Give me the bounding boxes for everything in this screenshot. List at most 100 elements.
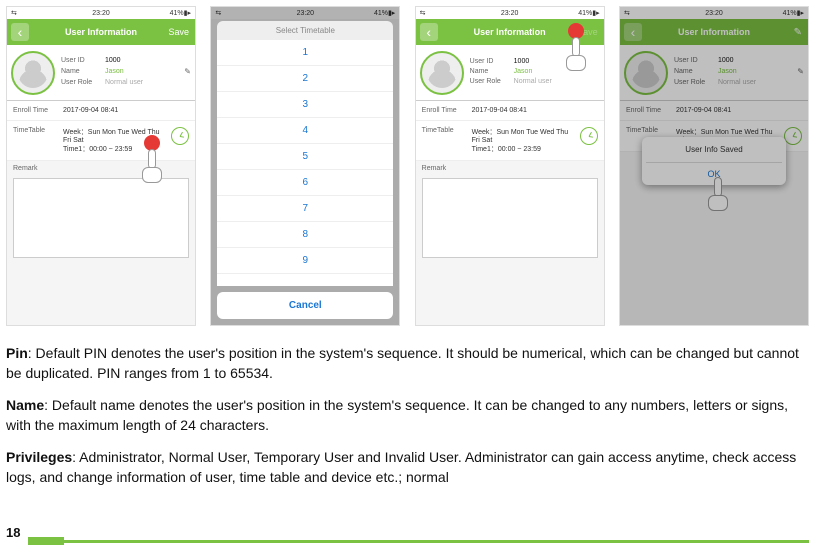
enroll-label: Enroll Time [13, 107, 57, 114]
edit-button[interactable]: ✎ [794, 27, 802, 38]
timetable-row[interactable]: TimeTable Week：Sun Mon Tue Wed Thu Fri S… [416, 121, 604, 161]
status-bar: ⇆ 23:20 41%▮▸ [7, 7, 195, 19]
enroll-value: 2017-09-04 08:41 [676, 107, 802, 114]
name-value[interactable]: Jason [514, 68, 533, 75]
timetable-label: TimeTable [13, 127, 57, 134]
clock-icon[interactable] [171, 127, 189, 145]
userid-value: 1000 [514, 58, 530, 65]
clock-icon[interactable] [580, 127, 598, 145]
page-number: 18 [6, 525, 20, 540]
picker-item[interactable]: 6 [217, 170, 393, 196]
signal-icon: ⇆ [420, 9, 426, 17]
clock-time: 23:20 [501, 10, 519, 17]
role-label: User Role [674, 79, 712, 86]
battery-indicator: 41%▮▸ [783, 9, 804, 17]
paragraph-name: Name: Default name denotes the user's po… [6, 396, 809, 435]
privileges-text: : Administrator, Normal User, Temporary … [6, 449, 796, 485]
profile-section: User ID 1000 Name Jason ✎ User Role Normal u… [620, 45, 808, 101]
userid-label: User ID [674, 57, 712, 64]
enroll-label: Enroll Time [422, 107, 466, 114]
signal-icon: ⇆ [624, 9, 630, 17]
role-value[interactable]: Normal user [514, 78, 552, 85]
privileges-heading: Privileges [6, 449, 72, 465]
picker-item[interactable]: 2 [217, 66, 393, 92]
timetable-value: Week：Sun Mon Tue Wed Thu Fri Sat [676, 127, 774, 144]
name-label: Name [470, 68, 508, 75]
clock-time: 23:20 [92, 10, 110, 17]
enroll-row: Enroll Time 2017-09-04 08:41 [416, 101, 604, 121]
signal-icon: ⇆ [11, 9, 17, 17]
name-value: Jason [718, 68, 737, 75]
touch-gesture-icon [132, 135, 172, 185]
pin-heading: Pin [6, 345, 28, 361]
enroll-row: Enroll Time 2017-09-04 08:41 [620, 101, 808, 121]
clock-time: 23:20 [705, 10, 723, 17]
topbar: User Information ✎ [620, 19, 808, 45]
topbar: User Information Save [7, 19, 195, 45]
name-label: Name [674, 68, 712, 75]
status-bar: ⇆ 23:20 41%▮▸ [620, 7, 808, 19]
enroll-row: Enroll Time 2017-09-04 08:41 [7, 101, 195, 121]
remark-textarea[interactable] [422, 178, 598, 258]
screen-3: ⇆ 23:20 41%▮▸ User Information Save User… [415, 6, 605, 326]
battery-indicator: 41%▮▸ [578, 9, 599, 17]
enroll-label: Enroll Time [626, 107, 670, 114]
status-bar: ⇆ 23:20 41%▮▸ [416, 7, 604, 19]
name-label: Name [61, 68, 99, 75]
role-value[interactable]: Normal user [105, 79, 143, 86]
edit-name-icon[interactable]: ✎ [184, 67, 191, 76]
role-label: User Role [61, 79, 99, 86]
paragraph-pin: Pin: Default PIN denotes the user's posi… [6, 344, 809, 383]
back-button[interactable] [624, 23, 642, 41]
role-value: Normal user [718, 79, 756, 86]
avatar[interactable] [420, 51, 464, 95]
screen-4: ⇆ 23:20 41%▮▸ User Information ✎ User ID… [619, 6, 809, 326]
avatar[interactable] [11, 51, 55, 95]
page-title: User Information [65, 27, 137, 37]
back-button[interactable] [11, 23, 29, 41]
pin-text: : Default PIN denotes the user's positio… [6, 345, 799, 381]
body-text: Pin: Default PIN denotes the user's posi… [6, 344, 809, 488]
picker-item[interactable]: 4 [217, 118, 393, 144]
timetable-value: Week：Sun Mon Tue Wed Thu Fri Sat Time1：0… [472, 127, 570, 154]
timetable-label: TimeTable [422, 127, 466, 134]
paragraph-privileges: Privileges: Administrator, Normal User, … [6, 448, 809, 487]
picker-sheet: Select Timetable 1 2 3 4 5 6 7 8 9 Cance… [217, 21, 393, 319]
alert-dialog: User Info Saved OK [642, 137, 786, 185]
enroll-value: 2017-09-04 08:41 [472, 107, 598, 114]
footer-rule [64, 540, 809, 543]
userid-value: 1000 [718, 57, 734, 64]
remark-textarea[interactable] [13, 178, 189, 258]
screenshot-row: ⇆ 23:20 41%▮▸ User Information Save User… [6, 6, 809, 326]
name-text: : Default name denotes the user's positi… [6, 397, 788, 433]
avatar [624, 51, 668, 95]
profile-section: User ID 1000 Name Jason ✎ User Role Normal u… [7, 45, 195, 101]
edit-name-icon: ✎ [797, 67, 804, 76]
role-label: User Role [470, 78, 508, 85]
picker-item[interactable]: 9 [217, 248, 393, 274]
userid-label: User ID [470, 58, 508, 65]
picker-item[interactable]: 3 [217, 92, 393, 118]
picker-item[interactable]: 8 [217, 222, 393, 248]
footer-accent-bar [28, 537, 64, 545]
touch-gesture-icon [698, 179, 738, 229]
alert-title: User Info Saved [646, 145, 782, 163]
picker-item[interactable]: 5 [217, 144, 393, 170]
screen-2: ⇆ 23:20 41%▮▸ Select Timetable 1 2 3 4 5… [210, 6, 400, 326]
picker-item[interactable]: 1 [217, 40, 393, 66]
name-value[interactable]: Jason [105, 68, 124, 75]
picker-cancel-button[interactable]: Cancel [217, 292, 393, 319]
userid-value: 1000 [105, 57, 121, 64]
userid-label: User ID [61, 57, 99, 64]
touch-gesture-icon [556, 23, 596, 73]
name-heading: Name [6, 397, 44, 413]
back-button[interactable] [420, 23, 438, 41]
picker-title: Select Timetable [217, 21, 393, 40]
alert-ok-button[interactable]: OK [646, 163, 782, 185]
picker-item[interactable]: 7 [217, 196, 393, 222]
page-title: User Information [474, 27, 546, 37]
save-button[interactable]: Save [168, 27, 189, 37]
page-title: User Information [678, 27, 750, 37]
clock-icon [784, 127, 802, 145]
screen-1: ⇆ 23:20 41%▮▸ User Information Save User… [6, 6, 196, 326]
